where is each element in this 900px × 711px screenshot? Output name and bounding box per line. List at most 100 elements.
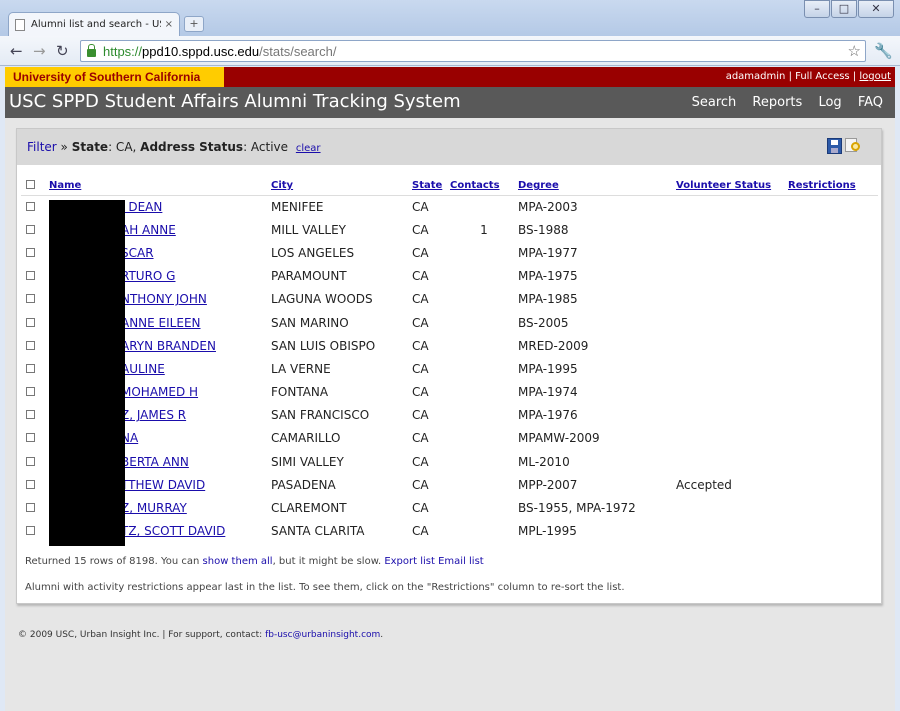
row-restrictions	[788, 357, 878, 380]
col-degree[interactable]: Degree	[518, 180, 559, 191]
table-row: AH ANNE MILL VALLEY CA 1 BS-1988	[21, 218, 878, 241]
back-arrow-icon[interactable]: ←	[10, 42, 23, 60]
save-icon[interactable]	[827, 138, 842, 154]
email-list-link[interactable]: Email list	[438, 556, 484, 567]
row-checkbox[interactable]	[26, 201, 35, 211]
window-controls: – □ ✕	[803, 0, 894, 18]
row-state: CA	[412, 292, 429, 307]
row-checkbox[interactable]	[26, 503, 35, 513]
browser-tab[interactable]: Alumni list and search - US... ×	[8, 12, 180, 36]
browser-toolbar: ← → ↻ https:// ppd10.sppd.usc.edu /stats…	[0, 36, 900, 66]
site-title: USC SPPD Student Affairs Alumni Tracking…	[9, 91, 461, 112]
reload-icon[interactable]: ↻	[56, 42, 69, 60]
row-volunteer-status	[676, 334, 788, 357]
address-bar[interactable]: https:// ppd10.sppd.usc.edu /stats/searc…	[80, 40, 866, 62]
url-path: /stats/search/	[259, 43, 337, 59]
row-volunteer-status	[676, 496, 788, 519]
row-city: LOS ANGELES	[271, 245, 355, 260]
table-row: NTHONY JOHN LAGUNA WOODS CA MPA-1985	[21, 288, 878, 311]
row-checkbox[interactable]	[26, 363, 35, 373]
select-all-checkbox[interactable]	[26, 179, 35, 189]
row-contacts	[450, 450, 518, 473]
nav-faq[interactable]: FAQ	[858, 95, 883, 110]
row-city: CLAREMONT	[271, 501, 347, 516]
col-name[interactable]: Name	[49, 180, 81, 191]
row-name-link[interactable]: AULINE	[121, 362, 165, 376]
support-email-link[interactable]: fb-usc@urbaninsight.com	[265, 630, 380, 640]
show-all-link[interactable]: show them all	[203, 556, 273, 567]
row-name-link[interactable]: Z, MURRAY	[121, 501, 187, 515]
forward-arrow-icon[interactable]: →	[33, 42, 46, 60]
logout-link[interactable]: logout	[859, 71, 891, 82]
row-checkbox[interactable]	[26, 387, 35, 397]
username: adamadmin	[725, 71, 786, 82]
row-contacts: 1	[480, 222, 488, 237]
nav-search[interactable]: Search	[692, 95, 737, 110]
row-checkbox[interactable]	[26, 294, 35, 304]
url-scheme: https://	[103, 43, 143, 59]
new-tab-button[interactable]: +	[184, 16, 204, 32]
nav-log[interactable]: Log	[818, 95, 841, 110]
tab-close-icon[interactable]: ×	[165, 19, 173, 30]
close-window-button[interactable]: ✕	[858, 0, 894, 18]
row-name-link[interactable]: ARYN BRANDEN	[121, 339, 216, 353]
row-name-link[interactable]: TZ, SCOTT DAVID	[121, 524, 225, 538]
row-degree: MPA-1975	[518, 269, 578, 284]
row-state: CA	[412, 315, 429, 330]
saved-search-icon[interactable]	[845, 138, 863, 154]
row-checkbox[interactable]	[26, 456, 35, 466]
row-name-link[interactable]: SCAR	[121, 246, 154, 260]
maximize-button[interactable]: □	[831, 0, 857, 18]
clear-filter-link[interactable]: clear	[296, 143, 321, 154]
row-checkbox[interactable]	[26, 433, 35, 443]
row-restrictions	[788, 473, 878, 496]
row-restrictions	[788, 427, 878, 450]
row-city: SAN FRANCISCO	[271, 408, 370, 423]
row-name-link[interactable]: MOHAMED H	[121, 385, 198, 399]
row-name-link[interactable]: ANNE EILEEN	[121, 316, 201, 330]
site-header: USC SPPD Student Affairs Alumni Tracking…	[5, 87, 895, 118]
row-checkbox[interactable]	[26, 224, 35, 234]
row-checkbox[interactable]	[26, 247, 35, 257]
minimize-button[interactable]: –	[804, 0, 830, 18]
row-checkbox[interactable]	[26, 410, 35, 420]
col-volunteer-status[interactable]: Volunteer Status	[676, 180, 771, 191]
row-name-link[interactable]: AH ANNE	[121, 223, 176, 237]
row-restrictions	[788, 334, 878, 357]
row-volunteer-status	[676, 195, 788, 218]
row-degree: MPA-1976	[518, 408, 578, 423]
row-name-link[interactable]: RTURO G	[121, 269, 175, 283]
row-degree: MPA-1974	[518, 385, 578, 400]
col-contacts[interactable]: Contacts	[450, 180, 500, 191]
row-state: CA	[412, 222, 429, 237]
row-name-link[interactable]: Z, JAMES R	[121, 408, 186, 422]
row-checkbox[interactable]	[26, 317, 35, 327]
export-list-link[interactable]: Export list	[384, 556, 435, 567]
row-name-link[interactable]: BERTA ANN	[121, 455, 189, 469]
row-name-link[interactable]: TTHEW DAVID	[121, 478, 205, 492]
table-row: NA CAMARILLO CA MPAMW-2009	[21, 427, 878, 450]
filter-link[interactable]: Filter	[27, 140, 57, 154]
row-degree: MPL-1995	[518, 524, 577, 539]
col-restrictions[interactable]: Restrictions	[788, 180, 856, 191]
row-checkbox[interactable]	[26, 271, 35, 281]
brand-bar: University of Southern California adamad…	[5, 67, 895, 87]
row-name-link[interactable]: NTHONY JOHN	[121, 292, 207, 306]
bookmark-star-icon[interactable]: ☆	[848, 42, 861, 60]
row-name-link[interactable]: J DEAN	[121, 200, 162, 214]
row-checkbox[interactable]	[26, 526, 35, 536]
restrictions-note: Alumni with activity restrictions appear…	[25, 582, 625, 593]
wrench-menu-icon[interactable]: 🔧	[874, 42, 893, 60]
row-restrictions	[788, 195, 878, 218]
row-city: CAMARILLO	[271, 431, 341, 446]
results-panel: Filter » State: CA, Address Status: Acti…	[16, 128, 882, 604]
col-state[interactable]: State	[412, 180, 442, 191]
table-row: MOHAMED H FONTANA CA MPA-1974	[21, 381, 878, 404]
nav-reports[interactable]: Reports	[752, 95, 802, 110]
col-city[interactable]: City	[271, 180, 293, 191]
row-checkbox[interactable]	[26, 479, 35, 489]
browser-titlebar: Alumni list and search - US... × + – □ ✕	[0, 0, 900, 36]
row-restrictions	[788, 404, 878, 427]
row-checkbox[interactable]	[26, 340, 35, 350]
table-row: TTHEW DAVID PASADENA CA MPP-2007 Accepted	[21, 473, 878, 496]
